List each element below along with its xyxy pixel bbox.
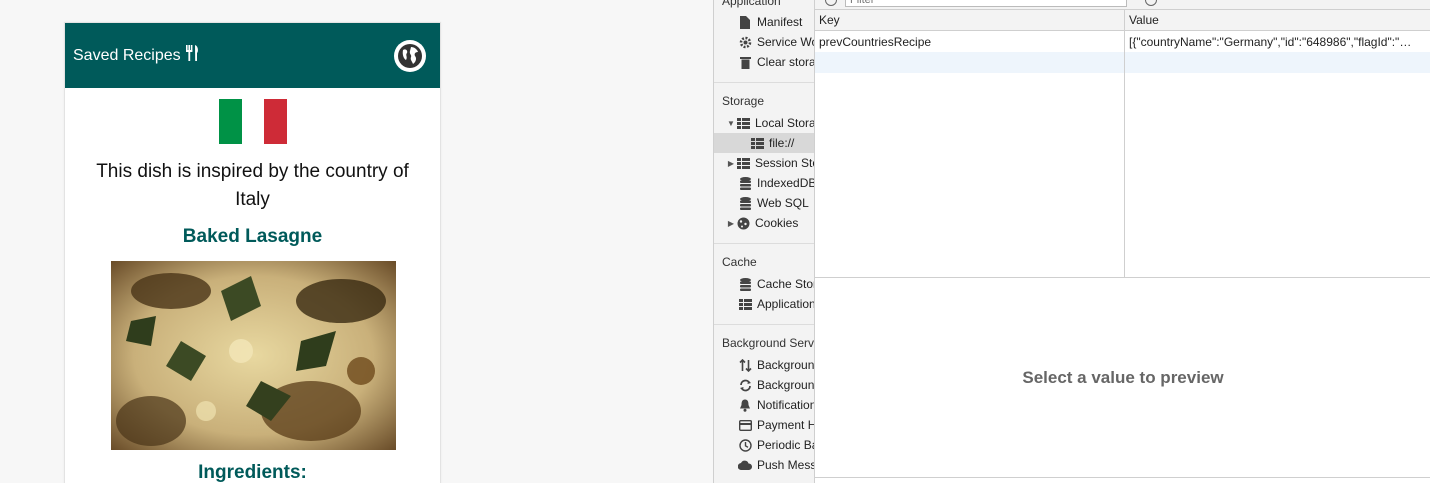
gear-icon xyxy=(738,35,752,49)
storage-table: Key Value prevCountriesRecipe [{"country… xyxy=(815,10,1430,278)
sidebar-item-background-sync[interactable]: Background Sync xyxy=(714,375,815,395)
sidebar-item-service-workers[interactable]: Service Workers xyxy=(714,32,814,52)
sidebar-divider xyxy=(714,243,814,244)
column-divider xyxy=(1124,52,1125,73)
sidebar-item-push-messaging[interactable]: Push Messaging xyxy=(714,455,815,475)
cloud-icon xyxy=(738,458,752,472)
devtools-sidebar: Application Manifest Service Workers Cle… xyxy=(714,0,815,483)
sidebar-item-label: Notifications xyxy=(757,398,814,412)
sidebar-item-label: Web SQL xyxy=(757,196,809,210)
expand-triangle-icon[interactable]: ▼ xyxy=(726,118,736,128)
table-row[interactable]: prevCountriesRecipe [{"countryName":"Ger… xyxy=(815,31,1430,52)
sidebar-item-label: Session Storage xyxy=(755,156,814,170)
sidebar-item-application-cache[interactable]: Application Cache xyxy=(714,294,815,314)
sidebar-item-label: Background Sync xyxy=(757,378,815,392)
table-cell-key: prevCountriesRecipe xyxy=(819,35,932,49)
preview-placeholder: Select a value to preview xyxy=(1022,367,1224,387)
app-title: Saved Recipes xyxy=(73,45,200,66)
database-icon xyxy=(738,277,752,291)
sidebar-item-label: Manifest xyxy=(757,15,803,29)
flag-stripe-white xyxy=(241,99,265,144)
sidebar-item-label: Local Storage xyxy=(755,116,815,130)
recipe-card: Saved Recipes This dish is inspired by t… xyxy=(64,22,441,483)
app-header: Saved Recipes xyxy=(65,23,440,88)
filter-input[interactable] xyxy=(845,0,1127,7)
sidebar-item-label: Payment Handler xyxy=(757,418,814,432)
sidebar-item-cache-storage[interactable]: Cache Storage xyxy=(714,274,814,294)
sidebar-item-periodic-background-sync[interactable]: Periodic Background Sync xyxy=(714,435,814,455)
recipe-image xyxy=(111,261,396,450)
app-title-text: Saved Recipes xyxy=(73,46,181,64)
sidebar-section-cache: Cache xyxy=(722,255,757,269)
collapse-triangle-icon[interactable]: ▶ xyxy=(726,218,736,228)
italy-flag xyxy=(219,99,288,144)
sidebar-item-notifications[interactable]: Notifications xyxy=(714,395,814,415)
value-preview-pane: Select a value to preview xyxy=(815,278,1430,478)
storage-toolbar xyxy=(815,0,1430,10)
inspired-text: This dish is inspired by the country of … xyxy=(96,161,409,210)
browser-page: Saved Recipes This dish is inspired by t… xyxy=(0,0,713,483)
sidebar-item-file-origin[interactable]: file:// xyxy=(714,133,814,153)
refresh-icon[interactable] xyxy=(825,0,837,6)
ingredients-heading: Ingredients: xyxy=(198,462,307,483)
sidebar-item-label: IndexedDB xyxy=(757,176,815,190)
grid-icon xyxy=(738,297,752,311)
sidebar-item-label: Periodic Background Sync xyxy=(757,438,814,452)
bell-icon xyxy=(738,398,752,412)
sidebar-divider xyxy=(714,82,814,83)
file-icon xyxy=(738,15,752,29)
sidebar-item-local-storage[interactable]: ▼ Local Storage xyxy=(714,113,815,133)
clock-icon xyxy=(738,438,752,452)
updown-arrows-icon xyxy=(738,358,752,372)
globe-icon xyxy=(398,43,422,68)
devtools-panel: Application Manifest Service Workers Cle… xyxy=(713,0,1430,483)
grid-icon xyxy=(750,136,764,150)
sidebar-item-label: Application Cache xyxy=(757,297,815,311)
card-icon xyxy=(738,418,752,432)
sidebar-section-application: Application xyxy=(722,0,781,8)
sidebar-item-clear-storage[interactable]: Clear storage xyxy=(714,52,815,72)
sidebar-divider xyxy=(714,324,814,325)
recipe-title: Baked Lasagne xyxy=(182,226,323,247)
sidebar-item-label: Cookies xyxy=(755,216,799,230)
sidebar-item-label: Background Fetch xyxy=(757,358,815,372)
sidebar-item-label: Service Workers xyxy=(757,35,814,49)
sidebar-item-label: Push Messaging xyxy=(757,458,815,472)
sidebar-item-background-fetch[interactable]: Background Fetch xyxy=(714,355,815,375)
sidebar-section-storage: Storage xyxy=(722,94,765,108)
trash-icon xyxy=(738,55,752,69)
column-header-key[interactable]: Key xyxy=(815,10,1124,31)
database-icon xyxy=(738,176,752,190)
table-row-empty[interactable] xyxy=(815,52,1430,73)
sync-icon xyxy=(738,378,752,392)
sidebar-item-session-storage[interactable]: ▶ Session Storage xyxy=(714,153,814,173)
fork-knife-icon xyxy=(185,45,200,66)
sidebar-item-label: Clear storage xyxy=(757,55,815,69)
sidebar-section-background-services: Background Services xyxy=(722,336,815,350)
sidebar-item-indexeddb[interactable]: IndexedDB xyxy=(714,173,815,193)
cookie-icon xyxy=(736,216,750,230)
sidebar-item-payment-handler[interactable]: Payment Handler xyxy=(714,415,814,435)
sidebar-item-cookies[interactable]: ▶ Cookies xyxy=(714,213,814,233)
screen: Saved Recipes This dish is inspired by t… xyxy=(0,0,1430,483)
database-icon xyxy=(738,196,752,210)
sidebar-item-manifest[interactable]: Manifest xyxy=(714,12,814,32)
grid-icon xyxy=(736,156,750,170)
column-header-value[interactable]: Value xyxy=(1125,10,1430,31)
collapse-triangle-icon[interactable]: ▶ xyxy=(726,158,736,168)
table-cell-value: [{"countryName":"Germany","id":"648986",… xyxy=(1129,35,1412,49)
storage-main-panel: Key Value prevCountriesRecipe [{"country… xyxy=(815,0,1430,483)
clear-all-icon[interactable] xyxy=(1145,0,1157,6)
flag-stripe-green xyxy=(219,99,242,144)
grid-icon xyxy=(736,116,750,130)
flag-stripe-red xyxy=(264,99,288,144)
sidebar-item-web-sql[interactable]: Web SQL xyxy=(714,193,814,213)
sidebar-item-label: file:// xyxy=(769,136,795,150)
sidebar-item-label: Cache Storage xyxy=(757,277,814,291)
globe-button[interactable] xyxy=(394,39,426,72)
